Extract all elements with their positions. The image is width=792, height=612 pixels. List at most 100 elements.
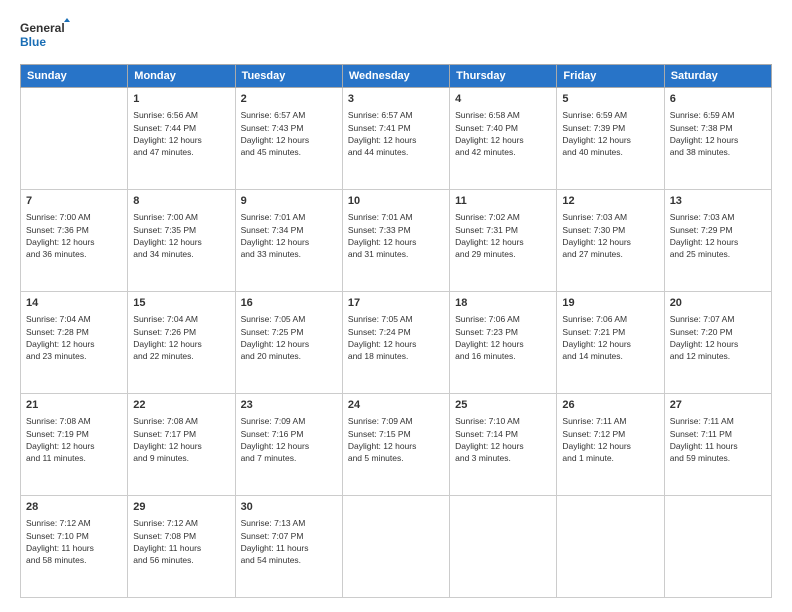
cell-info: Sunset: 7:36 PM <box>26 224 122 236</box>
cell-info: and 59 minutes. <box>670 452 766 464</box>
cell-info: Sunset: 7:33 PM <box>348 224 444 236</box>
cell-info: Sunset: 7:26 PM <box>133 326 229 338</box>
cell-info: Sunrise: 6:59 AM <box>670 109 766 121</box>
cell-info: Sunrise: 7:02 AM <box>455 211 551 223</box>
cell-info: and 25 minutes. <box>670 248 766 260</box>
calendar-cell: 11Sunrise: 7:02 AMSunset: 7:31 PMDayligh… <box>450 190 557 292</box>
cell-info: and 33 minutes. <box>241 248 337 260</box>
calendar-cell <box>450 496 557 598</box>
day-header-tuesday: Tuesday <box>235 65 342 88</box>
cell-info: Daylight: 12 hours <box>348 134 444 146</box>
day-header-wednesday: Wednesday <box>342 65 449 88</box>
cell-info: Sunrise: 7:05 AM <box>241 313 337 325</box>
cell-info: Sunrise: 7:12 AM <box>133 517 229 529</box>
cell-info: Sunset: 7:21 PM <box>562 326 658 338</box>
cell-info: Daylight: 12 hours <box>348 236 444 248</box>
day-number: 2 <box>241 92 337 107</box>
cell-info: Sunrise: 7:06 AM <box>562 313 658 325</box>
cell-info: Daylight: 12 hours <box>26 236 122 248</box>
day-number: 9 <box>241 194 337 209</box>
cell-info: Daylight: 12 hours <box>133 134 229 146</box>
calendar-cell <box>664 496 771 598</box>
cell-info: Sunset: 7:20 PM <box>670 326 766 338</box>
cell-info: and 18 minutes. <box>348 350 444 362</box>
cell-info: and 36 minutes. <box>26 248 122 260</box>
cell-info: Sunset: 7:39 PM <box>562 122 658 134</box>
cell-info: Sunset: 7:16 PM <box>241 428 337 440</box>
day-number: 19 <box>562 296 658 311</box>
day-number: 25 <box>455 398 551 413</box>
day-number: 3 <box>348 92 444 107</box>
day-number: 27 <box>670 398 766 413</box>
cell-info: Sunset: 7:30 PM <box>562 224 658 236</box>
cell-info: Daylight: 12 hours <box>670 338 766 350</box>
cell-info: Sunset: 7:10 PM <box>26 530 122 542</box>
day-number: 23 <box>241 398 337 413</box>
cell-info: Sunset: 7:43 PM <box>241 122 337 134</box>
day-number: 22 <box>133 398 229 413</box>
cell-info: Sunrise: 7:00 AM <box>26 211 122 223</box>
calendar-cell: 6Sunrise: 6:59 AMSunset: 7:38 PMDaylight… <box>664 88 771 190</box>
cell-info: and 11 minutes. <box>26 452 122 464</box>
cell-info: Sunrise: 7:01 AM <box>241 211 337 223</box>
cell-info: and 31 minutes. <box>348 248 444 260</box>
calendar-week-2: 7Sunrise: 7:00 AMSunset: 7:36 PMDaylight… <box>21 190 772 292</box>
calendar-week-3: 14Sunrise: 7:04 AMSunset: 7:28 PMDayligh… <box>21 292 772 394</box>
cell-info: Sunrise: 7:12 AM <box>26 517 122 529</box>
calendar-week-4: 21Sunrise: 7:08 AMSunset: 7:19 PMDayligh… <box>21 394 772 496</box>
calendar-cell: 7Sunrise: 7:00 AMSunset: 7:36 PMDaylight… <box>21 190 128 292</box>
cell-info: and 47 minutes. <box>133 146 229 158</box>
calendar-cell: 1Sunrise: 6:56 AMSunset: 7:44 PMDaylight… <box>128 88 235 190</box>
cell-info: Sunrise: 7:06 AM <box>455 313 551 325</box>
cell-info: Sunset: 7:14 PM <box>455 428 551 440</box>
cell-info: and 56 minutes. <box>133 554 229 566</box>
calendar-cell: 30Sunrise: 7:13 AMSunset: 7:07 PMDayligh… <box>235 496 342 598</box>
day-number: 16 <box>241 296 337 311</box>
logo-svg: General Blue <box>20 18 70 54</box>
cell-info: Sunrise: 6:57 AM <box>348 109 444 121</box>
calendar-cell: 29Sunrise: 7:12 AMSunset: 7:08 PMDayligh… <box>128 496 235 598</box>
cell-info: and 54 minutes. <box>241 554 337 566</box>
calendar-cell: 13Sunrise: 7:03 AMSunset: 7:29 PMDayligh… <box>664 190 771 292</box>
cell-info: Sunset: 7:07 PM <box>241 530 337 542</box>
cell-info: Sunset: 7:17 PM <box>133 428 229 440</box>
cell-info: and 22 minutes. <box>133 350 229 362</box>
cell-info: Sunset: 7:35 PM <box>133 224 229 236</box>
cell-info: Sunrise: 7:04 AM <box>26 313 122 325</box>
cell-info: Daylight: 11 hours <box>133 542 229 554</box>
day-header-thursday: Thursday <box>450 65 557 88</box>
day-number: 1 <box>133 92 229 107</box>
day-number: 6 <box>670 92 766 107</box>
cell-info: Daylight: 12 hours <box>455 134 551 146</box>
cell-info: Sunset: 7:11 PM <box>670 428 766 440</box>
calendar-cell: 9Sunrise: 7:01 AMSunset: 7:34 PMDaylight… <box>235 190 342 292</box>
day-header-monday: Monday <box>128 65 235 88</box>
svg-text:Blue: Blue <box>20 35 46 49</box>
calendar-cell: 27 Sunrise: 7:11 AMSunset: 7:11 PMDayligh… <box>664 394 771 496</box>
cell-info: and 1 minute. <box>562 452 658 464</box>
cell-info: Sunrise: 7:09 AM <box>348 415 444 427</box>
cell-info: Daylight: 12 hours <box>133 338 229 350</box>
cell-info: Daylight: 11 hours <box>26 542 122 554</box>
day-number: 11 <box>455 194 551 209</box>
calendar-cell: 4Sunrise: 6:58 AMSunset: 7:40 PMDaylight… <box>450 88 557 190</box>
cell-info: and 16 minutes. <box>455 350 551 362</box>
cell-info: Sunrise: 6:59 AM <box>562 109 658 121</box>
cell-info: Sunrise: 7:08 AM <box>26 415 122 427</box>
cell-info: Sunset: 7:24 PM <box>348 326 444 338</box>
day-header-saturday: Saturday <box>664 65 771 88</box>
cell-info: Sunset: 7:41 PM <box>348 122 444 134</box>
cell-info: Sunrise: 7:11 AM <box>670 415 766 427</box>
cell-info: and 27 minutes. <box>562 248 658 260</box>
cell-info: and 58 minutes. <box>26 554 122 566</box>
cell-info: Sunset: 7:23 PM <box>455 326 551 338</box>
page: General Blue SundayMondayTuesdayWednesda… <box>0 0 792 612</box>
cell-info: Sunset: 7:25 PM <box>241 326 337 338</box>
cell-info: Daylight: 11 hours <box>670 440 766 452</box>
cell-info: Daylight: 12 hours <box>26 440 122 452</box>
cell-info: Sunrise: 7:05 AM <box>348 313 444 325</box>
day-number: 10 <box>348 194 444 209</box>
day-number: 29 <box>133 500 229 515</box>
calendar-cell <box>557 496 664 598</box>
cell-info: and 20 minutes. <box>241 350 337 362</box>
